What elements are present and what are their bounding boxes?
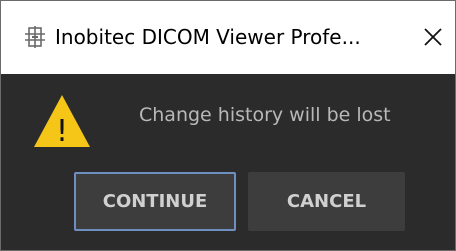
continue-button-label: CONTINUE [102, 191, 208, 212]
cancel-button[interactable]: CANCEL [248, 172, 405, 231]
dialog-message: Change history will be lost [139, 104, 391, 126]
dialog-body: ! Change history will be lost CONTINUE C… [1, 74, 455, 250]
close-icon [424, 28, 442, 46]
cancel-button-label: CANCEL [286, 191, 367, 212]
warning-icon: ! [32, 93, 92, 149]
window-title: Inobitec DICOM Viewer Profe... [55, 25, 361, 49]
continue-button[interactable]: CONTINUE [74, 172, 236, 231]
close-button[interactable] [411, 14, 455, 60]
dialog-window: Inobitec DICOM Viewer Profe... ! Change … [0, 0, 456, 251]
svg-text:!: ! [56, 114, 68, 149]
title-bar[interactable]: Inobitec DICOM Viewer Profe... [1, 1, 455, 74]
inobitec-app-icon [24, 26, 46, 48]
